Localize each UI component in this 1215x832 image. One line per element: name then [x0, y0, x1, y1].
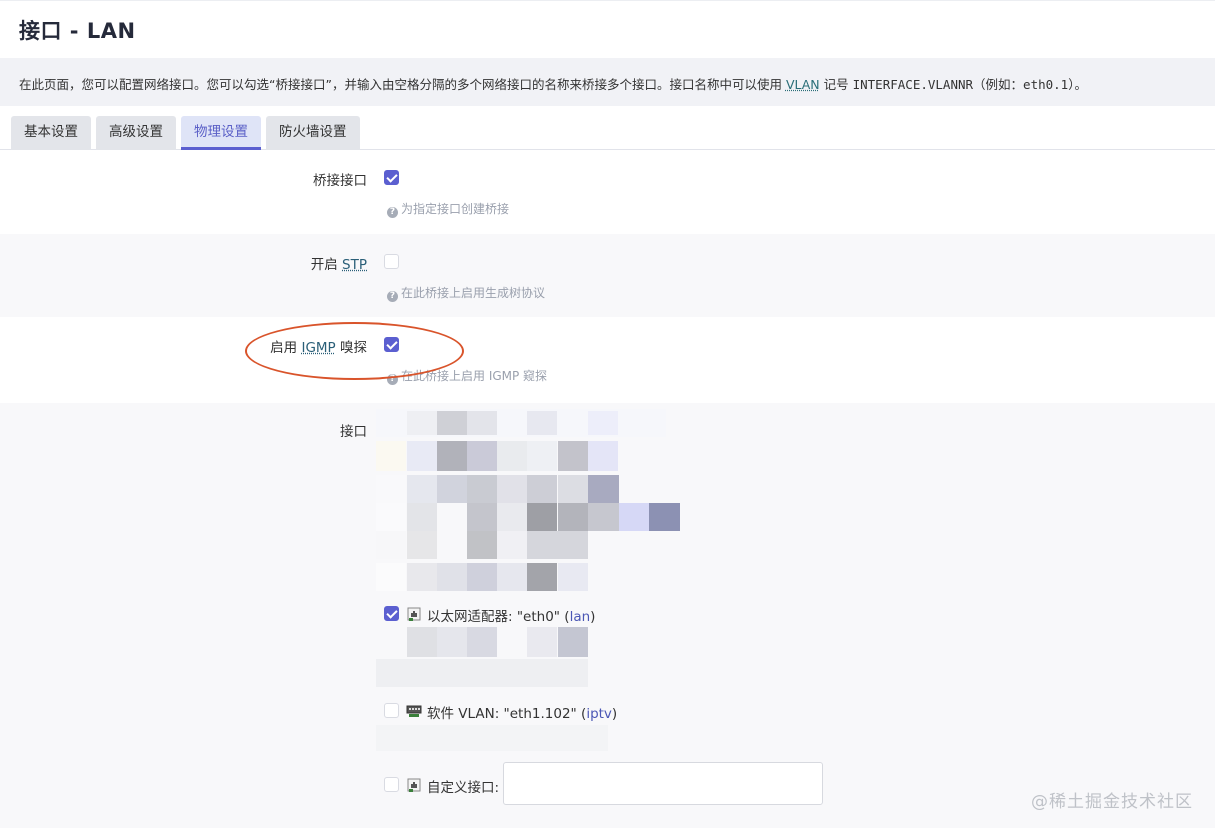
interfaces-label: 接口	[340, 424, 367, 440]
description-prefix: 在此页面，您可以配置网络接口。您可以勾选“桥接接口”，并输入由空格分隔的多个网络…	[19, 77, 786, 92]
tab-advanced-settings[interactable]: 高级设置	[96, 116, 176, 150]
interface-eth0-name: 以太网适配器: "eth0" (	[427, 609, 570, 625]
interface-eth1-102-name: 软件 VLAN: "eth1.102" (	[427, 706, 587, 722]
igmp-checkbox[interactable]	[384, 337, 399, 352]
stp-label-prefix: 开启	[310, 257, 343, 273]
tab-bar: 基本设置 高级设置 物理设置 防火墙设置	[0, 106, 1215, 150]
stp-label: 开启 STP	[311, 253, 367, 273]
description-example-open: （例如：	[973, 77, 1024, 92]
tab-firewall-settings[interactable]: 防火墙设置	[266, 116, 360, 150]
interface-eth0-zone: lan	[569, 609, 591, 625]
description-example-close: ）。	[1068, 77, 1087, 92]
stp-row: 开启 STP ? 在此桥接上启用生成树协议	[0, 234, 1215, 317]
help-icon: ?	[387, 291, 398, 302]
igmp-label-suffix: 嗅探	[335, 340, 367, 356]
page-description: 在此页面，您可以配置网络接口。您可以勾选“桥接接口”，并输入由空格分隔的多个网络…	[0, 58, 1215, 106]
ethernet-port-icon	[407, 778, 421, 792]
igmp-abbr: IGMP	[301, 340, 336, 356]
bridge-checkbox[interactable]	[384, 170, 399, 185]
custom-interface-input[interactable]	[503, 762, 823, 805]
tab-physical-settings[interactable]: 物理设置	[181, 116, 261, 150]
stp-checkbox[interactable]	[384, 254, 399, 269]
interface-eth0-label: 以太网适配器: "eth0" (lan)	[427, 605, 595, 625]
bridge-label: 桥接接口	[313, 173, 367, 189]
interface-eth1-102-label: 软件 VLAN: "eth1.102" (iptv)	[427, 702, 617, 722]
igmp-label: 启用 IGMP 嗅探	[270, 336, 367, 356]
interface-eth1-102-suffix: )	[611, 706, 618, 722]
help-icon: ?	[387, 374, 398, 385]
igmp-hint-text: 在此桥接上启用 IGMP 窥探	[401, 369, 548, 383]
custom-interface-label: 自定义接口:	[427, 780, 500, 796]
page-title: 接口 - LAN	[0, 0, 1215, 58]
tab-basic-settings[interactable]: 基本设置	[11, 116, 91, 150]
interface-eth1-102-checkbox[interactable]	[384, 703, 399, 718]
vlan-switch-icon	[406, 705, 422, 717]
igmp-row: 启用 IGMP 嗅探 ? 在此桥接上启用 IGMP 窥探	[0, 317, 1215, 403]
watermark: @稀土掘金技术社区	[1031, 792, 1193, 812]
description-notation: INTERFACE.VLANNR	[852, 77, 974, 92]
igmp-hint: ? 在此桥接上启用 IGMP 窥探	[387, 367, 547, 385]
igmp-label-prefix: 启用	[270, 340, 302, 356]
interface-eth0-checkbox[interactable]	[384, 606, 399, 621]
ethernet-port-icon	[407, 607, 421, 621]
bridge-row: 桥接接口 ? 为指定接口创建桥接	[0, 150, 1215, 234]
description-example-value: eth0.1	[1023, 77, 1069, 92]
bridge-hint-text: 为指定接口创建桥接	[401, 202, 510, 216]
interface-eth0-suffix: )	[590, 609, 596, 625]
stp-abbr: STP	[342, 257, 367, 273]
stp-hint-text: 在此桥接上启用生成树协议	[401, 286, 546, 300]
stp-hint: ? 在此桥接上启用生成树协议	[387, 284, 545, 302]
vlan-link[interactable]: VLAN	[786, 77, 820, 92]
description-middle: 记号	[819, 77, 853, 92]
bridge-hint: ? 为指定接口创建桥接	[387, 200, 509, 218]
interface-eth1-102-zone: iptv	[586, 706, 612, 722]
custom-interface-checkbox[interactable]	[384, 777, 399, 792]
help-icon: ?	[387, 207, 398, 218]
